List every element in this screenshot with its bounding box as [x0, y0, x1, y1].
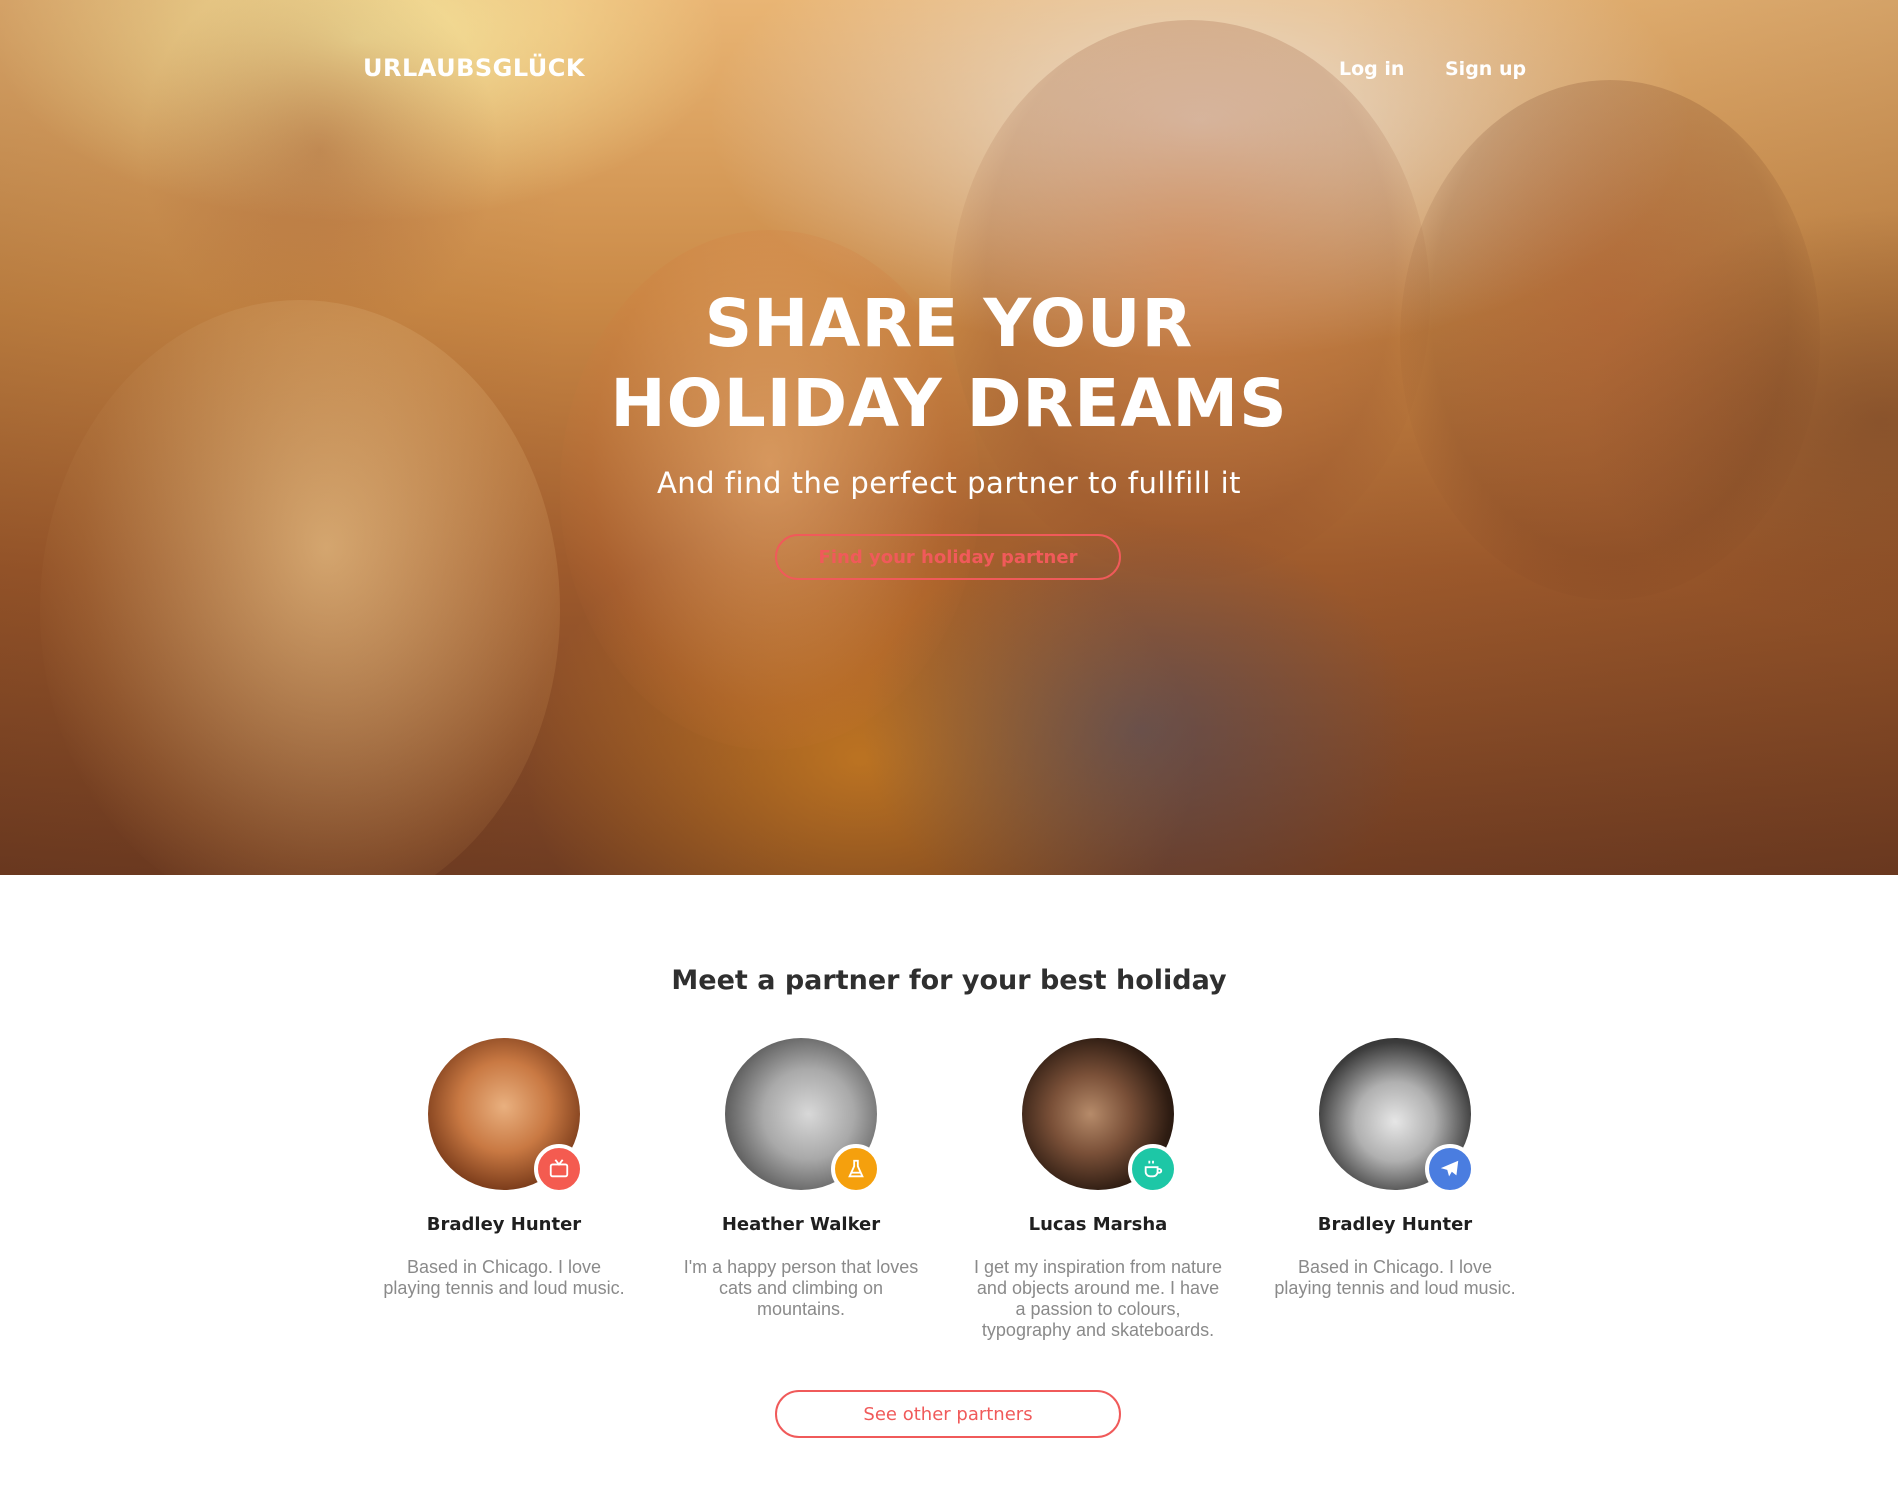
hero-title: SHARE YOUR HOLIDAY DREAMS [0, 284, 1898, 444]
see-other-partners-button[interactable]: See other partners [775, 1390, 1121, 1438]
partner-card[interactable]: Bradley Hunter Based in Chicago. I love … [1245, 1038, 1545, 1299]
partner-name: Bradley Hunter [1317, 1214, 1473, 1235]
avatar-wrap [725, 1038, 881, 1194]
coffee-icon [1128, 1144, 1178, 1194]
partners-section-title: Meet a partner for your best holiday [671, 965, 1227, 996]
partner-bio: Based in Chicago. I love playing tennis … [1274, 1257, 1516, 1298]
partner-bio: I get my inspiration from nature and obj… [973, 1257, 1223, 1340]
partner-bio: I'm a happy person that loves cats and c… [683, 1257, 919, 1319]
flask-icon [831, 1144, 881, 1194]
nav-login-link[interactable]: Log in [1339, 58, 1404, 80]
avatar-wrap [1319, 1038, 1475, 1194]
partner-name: Heather Walker [721, 1214, 881, 1235]
avatar-wrap [428, 1038, 584, 1194]
tv-icon [534, 1144, 584, 1194]
brand-logo[interactable]: URLAUBSGLÜCK [363, 54, 585, 82]
paper-plane-icon [1425, 1144, 1475, 1194]
find-partner-button[interactable]: Find your holiday partner [775, 534, 1121, 580]
partner-name: Bradley Hunter [426, 1214, 582, 1235]
hero-subtitle: And find the perfect partner to fullfill… [656, 466, 1242, 500]
hero-title-line: SHARE YOUR [704, 285, 1194, 362]
partner-card[interactable]: Heather Walker I'm a happy person that l… [651, 1038, 951, 1320]
partner-bio: Based in Chicago. I love playing tennis … [383, 1257, 625, 1298]
partner-name: Lucas Marsha [1028, 1214, 1168, 1235]
avatar-wrap [1022, 1038, 1178, 1194]
nav-signup-link[interactable]: Sign up [1445, 58, 1526, 80]
hero-title-line: HOLIDAY DREAMS [610, 365, 1288, 442]
partner-card[interactable]: Bradley Hunter Based in Chicago. I love … [354, 1038, 654, 1299]
partner-card[interactable]: Lucas Marsha I get my inspiration from n… [948, 1038, 1248, 1341]
